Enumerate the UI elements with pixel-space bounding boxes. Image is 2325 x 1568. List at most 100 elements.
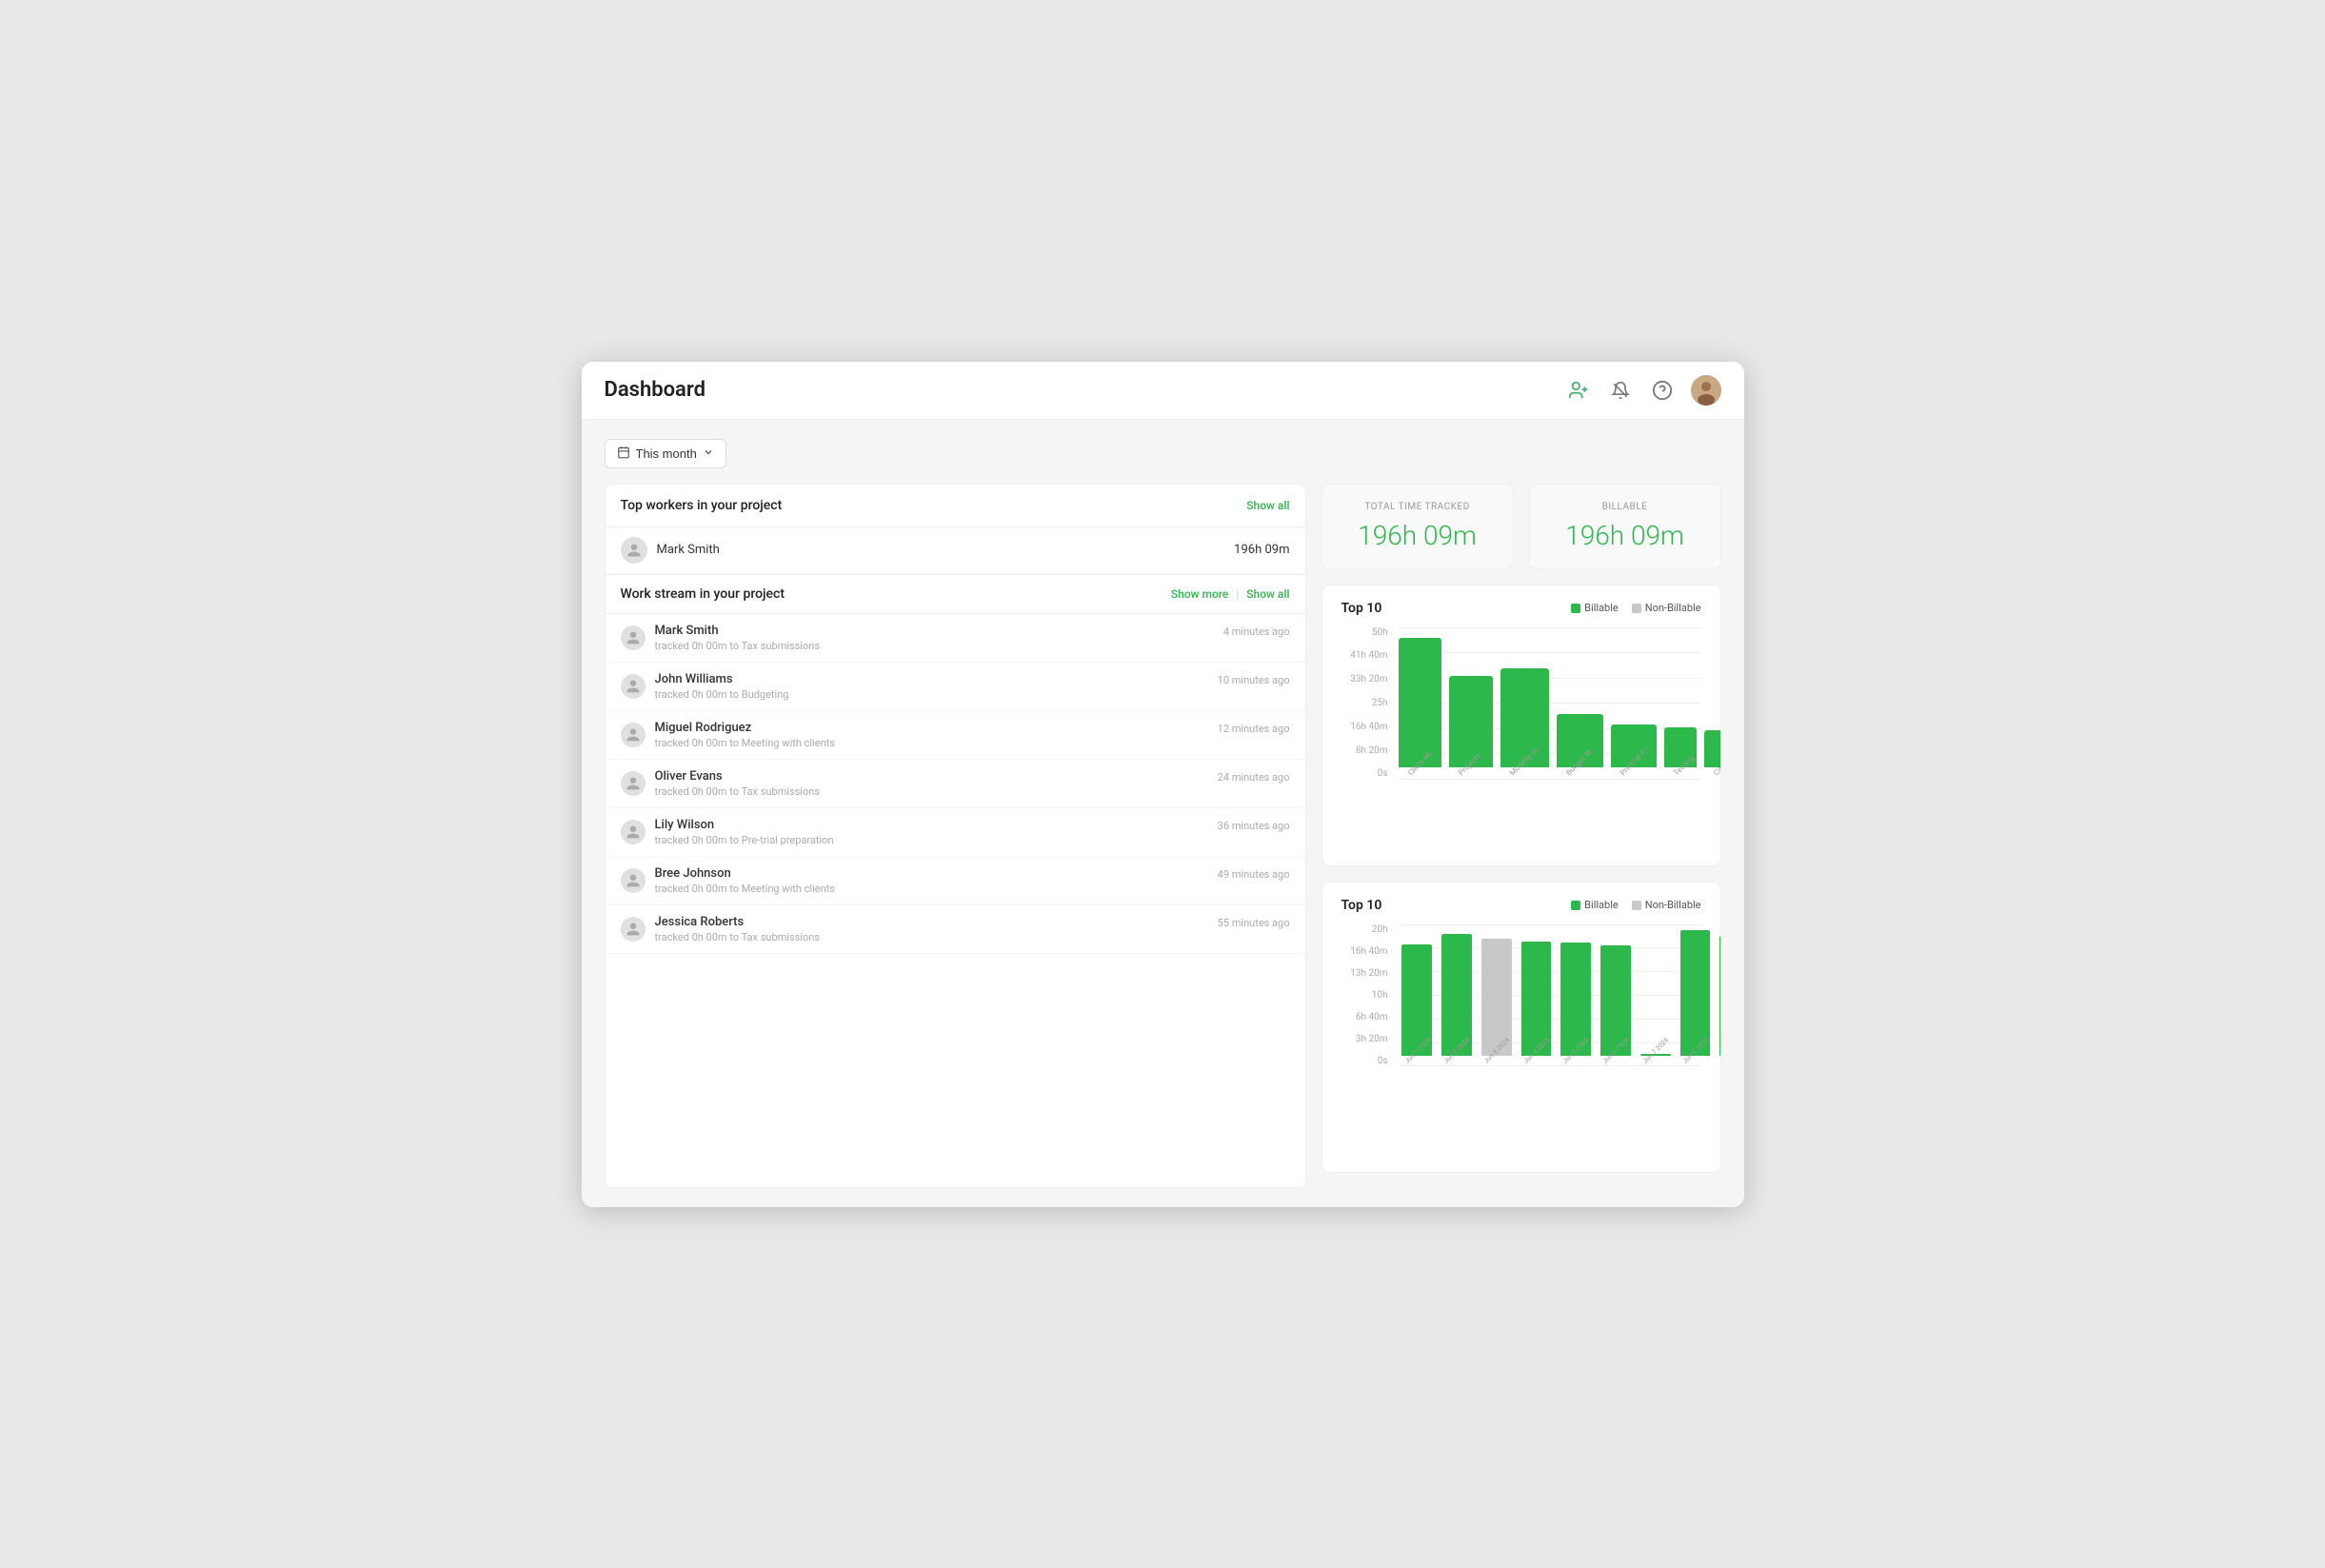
billable-legend2: Billable bbox=[1571, 899, 1619, 911]
stream-item: Oliver Evans tracked 0h 00m to Tax submi… bbox=[606, 760, 1305, 808]
billable-value: 196h 09m bbox=[1553, 520, 1698, 551]
bar bbox=[1399, 638, 1442, 767]
stream-info: Jessica Roberts tracked 0h 00m to Tax su… bbox=[655, 915, 1208, 943]
calendar-icon bbox=[617, 446, 630, 462]
add-user-icon[interactable] bbox=[1565, 377, 1592, 404]
chart1-y-axis: 50h 41h 40m 33h 20m 25h 16h 40m 8h 20m 0… bbox=[1341, 627, 1394, 780]
bar2-group: Jun 9 2024 bbox=[1716, 924, 1720, 1067]
y2-label-6: 0s bbox=[1378, 1056, 1388, 1066]
billable-legend-dot2 bbox=[1571, 901, 1580, 910]
y2-label-5: 3h 20m bbox=[1356, 1034, 1388, 1044]
non-billable-legend-label2: Non-Billable bbox=[1645, 899, 1701, 911]
billable-legend-label: Billable bbox=[1584, 602, 1619, 614]
stream-person-name: Lily Wilson bbox=[655, 818, 1208, 832]
stream-person-name: Miguel Rodriguez bbox=[655, 721, 1208, 735]
total-time-value: 196h 09m bbox=[1345, 520, 1490, 551]
y-label-5: 8h 20m bbox=[1356, 745, 1388, 756]
stream-timestamp: 55 minutes ago bbox=[1218, 917, 1290, 929]
y-label-1: 41h 40m bbox=[1350, 650, 1387, 661]
stream-detail: tracked 0h 00m to Meeting with clients bbox=[655, 737, 1208, 749]
bar2-group: Jun 6 2024 bbox=[1597, 924, 1635, 1067]
show-all-button[interactable]: Show all bbox=[1246, 587, 1289, 601]
y-label-2: 33h 20m bbox=[1350, 674, 1387, 685]
content-grid: TOTAL TIME TRACKED 196h 09m BILLABLE 196… bbox=[605, 484, 1721, 1188]
bar2-group: Jun 3 2024 bbox=[1478, 924, 1516, 1067]
chart1-legend: Billable Non-Billable bbox=[1571, 602, 1700, 614]
workstream-actions: Show more | Show all bbox=[1171, 587, 1290, 601]
stream-person-name: Mark Smith bbox=[655, 624, 1214, 638]
non-billable-legend-label: Non-Billable bbox=[1645, 602, 1701, 614]
bar-group: Monthly In... bbox=[1500, 627, 1550, 780]
chart1-body: 50h 41h 40m 33h 20m 25h 16h 40m 8h 20m 0… bbox=[1341, 627, 1701, 818]
chart1-bars: Client Mi... Projects ... Monthly In... bbox=[1399, 627, 1701, 780]
top-workers-header: Top workers in your project Show all bbox=[606, 485, 1305, 527]
stream-timestamp: 24 minutes ago bbox=[1218, 771, 1290, 784]
y-label-4: 16h 40m bbox=[1350, 722, 1387, 732]
stream-detail: tracked 0h 00m to Tax submissions bbox=[655, 785, 1208, 798]
bar2-group: Jun 2 2024 bbox=[1438, 924, 1476, 1067]
right-panel: Top workers in your project Show all Mar… bbox=[605, 484, 1306, 1188]
total-time-card: TOTAL TIME TRACKED 196h 09m bbox=[1321, 484, 1514, 569]
stream-timestamp: 49 minutes ago bbox=[1218, 868, 1290, 881]
chart2-body: 20h 16h 40m 13h 20m 10h 6h 40m 3h 20m 0s bbox=[1341, 924, 1701, 1115]
chart2-header: Top 10 Billable Non-Billable bbox=[1341, 898, 1701, 913]
bar2-group: Jun 5 2024 bbox=[1557, 924, 1595, 1067]
stream-detail: tracked 0h 00m to Budgeting bbox=[655, 688, 1208, 701]
stream-info: Bree Johnson tracked 0h 00m to Meeting w… bbox=[655, 866, 1208, 895]
chart2-bars: Jun 1 2024 Jun 2 2024 Jun 3 2024 bbox=[1399, 924, 1701, 1067]
stream-detail: tracked 0h 00m to Tax submissions bbox=[655, 640, 1214, 652]
chart2-card: Top 10 Billable Non-Billable bbox=[1321, 882, 1721, 1173]
notification-icon[interactable] bbox=[1607, 377, 1634, 404]
stream-item: Mark Smith tracked 0h 00m to Tax submiss… bbox=[606, 614, 1305, 663]
stream-item: John Williams tracked 0h 00m to Budgetin… bbox=[606, 663, 1305, 711]
stream-timestamp: 12 minutes ago bbox=[1218, 723, 1290, 735]
bar2-group: Jun 7 2024 bbox=[1637, 924, 1675, 1067]
stream-info: John Williams tracked 0h 00m to Budgetin… bbox=[655, 672, 1208, 701]
show-more-button[interactable]: Show more bbox=[1171, 587, 1228, 601]
stream-timestamp: 10 minutes ago bbox=[1218, 674, 1290, 686]
chart1-title: Top 10 bbox=[1341, 601, 1382, 616]
stream-item: Lily Wilson tracked 0h 00m to Pre-trial … bbox=[606, 808, 1305, 857]
top-workers-actions: Show all bbox=[1246, 499, 1289, 512]
worker-time: 196h 09m bbox=[1234, 543, 1289, 557]
y2-label-0: 20h bbox=[1372, 924, 1388, 935]
stream-detail: tracked 0h 00m to Meeting with clients bbox=[655, 883, 1208, 895]
top-workers-title: Top workers in your project bbox=[621, 498, 783, 513]
stream-person-name: Oliver Evans bbox=[655, 769, 1208, 784]
bar bbox=[1704, 730, 1720, 766]
stream-avatar bbox=[621, 723, 646, 747]
user-avatar[interactable] bbox=[1691, 375, 1721, 406]
billable-legend-label2: Billable bbox=[1584, 899, 1619, 911]
help-icon[interactable] bbox=[1649, 377, 1676, 404]
stream-detail: tracked 0h 00m to Tax submissions bbox=[655, 931, 1208, 943]
workstream-section: Work stream in your project Show more | … bbox=[606, 575, 1305, 1187]
period-label: This month bbox=[636, 447, 697, 461]
stream-avatar bbox=[621, 625, 646, 650]
y2-label-2: 13h 20m bbox=[1350, 968, 1387, 979]
stream-info: Lily Wilson tracked 0h 00m to Pre-trial … bbox=[655, 818, 1208, 846]
total-time-label: TOTAL TIME TRACKED bbox=[1345, 502, 1490, 512]
period-filter-button[interactable]: This month bbox=[605, 439, 726, 468]
billable-label: BILLABLE bbox=[1553, 502, 1698, 512]
billable-legend: Billable bbox=[1571, 602, 1619, 614]
worker-name: Mark Smith bbox=[657, 543, 1225, 557]
filter-bar: This month bbox=[605, 439, 1721, 468]
y2-label-4: 6h 40m bbox=[1356, 1012, 1388, 1022]
non-billable-legend: Non-Billable bbox=[1632, 602, 1701, 614]
action-divider: | bbox=[1236, 587, 1239, 601]
non-billable-legend-dot bbox=[1632, 604, 1641, 613]
stream-info: Mark Smith tracked 0h 00m to Tax submiss… bbox=[655, 624, 1214, 652]
stats-row: TOTAL TIME TRACKED 196h 09m BILLABLE 196… bbox=[1321, 484, 1721, 569]
bar-group: Testing bbox=[1664, 627, 1697, 780]
stream-avatar bbox=[621, 771, 646, 796]
y-label-0: 50h bbox=[1372, 627, 1388, 638]
stream-info: Miguel Rodriguez tracked 0h 00m to Meeti… bbox=[655, 721, 1208, 749]
workstream-header: Work stream in your project Show more | … bbox=[606, 575, 1305, 614]
bar-group: Projects ... bbox=[1449, 627, 1493, 780]
show-all-workers-button[interactable]: Show all bbox=[1246, 499, 1289, 512]
stream-info: Oliver Evans tracked 0h 00m to Tax submi… bbox=[655, 769, 1208, 798]
chart1-card: Top 10 Billable Non-Billable bbox=[1321, 585, 1721, 866]
y2-label-1: 16h 40m bbox=[1350, 946, 1387, 957]
stream-avatar bbox=[621, 820, 646, 844]
y-label-3: 25h bbox=[1372, 698, 1388, 708]
